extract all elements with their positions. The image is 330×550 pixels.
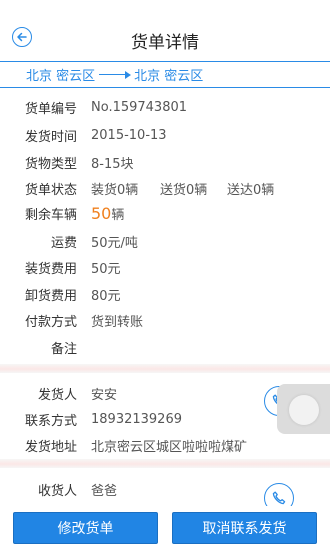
detail-value: 货到转账 [91, 314, 144, 330]
sender-address: 北京密云区城区啦啦啦煤矿 [91, 439, 248, 455]
detail-row-unloading-fee: 卸货费用 80元 [0, 284, 330, 304]
footer-action-bar: 修改货单 取消联系发货 [0, 506, 330, 550]
detail-row-loading-fee: 装货费用 50元 [0, 257, 330, 277]
detail-label: 货物类型 [24, 156, 77, 172]
detail-label: 备注 [50, 341, 77, 357]
detail-label: 剩余车辆 [24, 207, 77, 223]
detail-row-freight: 运费 50元/吨 [0, 231, 330, 251]
section-divider [0, 459, 330, 468]
detail-row-remaining-vehicles: 剩余车辆 50辆 [0, 203, 330, 223]
detail-value: 50辆 [91, 204, 124, 223]
cancel-contact-shipping-button[interactable]: 取消联系发货 [172, 512, 317, 544]
route-origin: 北京 密云区 [26, 69, 96, 84]
status-delivered: 送达0辆 [227, 182, 275, 198]
detail-row-ship-time: 发货时间 2015-10-13 [0, 125, 330, 145]
detail-row-order-status: 货单状态 装货0辆 送货0辆 送达0辆 [0, 178, 330, 198]
detail-label: 卸货费用 [24, 288, 77, 304]
route-bar: 北京 密云区 北京 密云区 [0, 61, 330, 88]
detail-row-cargo-type: 货物类型 8-15块 [0, 152, 330, 172]
remaining-unit: 辆 [111, 207, 125, 223]
route-destination: 北京 密云区 [134, 69, 204, 84]
detail-label: 货单状态 [24, 182, 77, 198]
detail-value: No.159743801 [91, 99, 188, 115]
receiver-name: 爸爸 [91, 483, 118, 499]
detail-value: 2015-10-13 [91, 127, 167, 143]
header-bar: 货单详情 [0, 0, 330, 60]
detail-value: 8-15块 [91, 156, 134, 172]
detail-label: 付款方式 [24, 314, 77, 330]
detail-row-order-number: 货单编号 No.159743801 [0, 97, 330, 117]
sender-address-row: 发货地址 北京密云区城区啦啦啦煤矿 [0, 435, 330, 455]
detail-label: 发货时间 [24, 129, 77, 145]
detail-label: 货单编号 [24, 101, 77, 117]
receiver-name-label: 收货人 [37, 483, 77, 499]
detail-value: 50元 [91, 261, 121, 277]
detail-label: 运费 [50, 235, 77, 251]
detail-row-remarks: 备注 [0, 337, 330, 357]
sender-phone-label: 联系方式 [24, 413, 77, 429]
edit-order-button[interactable]: 修改货单 [13, 512, 158, 544]
section-divider [0, 364, 330, 373]
status-delivering: 送货0辆 [160, 182, 208, 198]
remaining-count: 50 [91, 203, 112, 223]
sender-address-label: 发货地址 [24, 439, 77, 455]
route-arrow-icon [99, 70, 132, 80]
detail-value: 80元 [91, 288, 121, 304]
sender-name: 安安 [91, 387, 118, 403]
page-title: 货单详情 [131, 33, 199, 53]
floating-assistive-button[interactable] [277, 384, 330, 434]
floating-button-inner [289, 395, 319, 425]
detail-label: 装货费用 [24, 261, 77, 277]
sender-name-label: 发货人 [37, 387, 77, 403]
status-loading: 装货0辆 [91, 182, 139, 198]
detail-value: 50元/吨 [91, 235, 138, 251]
detail-row-payment-method: 付款方式 货到转账 [0, 310, 330, 330]
sender-phone: 18932139269 [91, 411, 182, 427]
